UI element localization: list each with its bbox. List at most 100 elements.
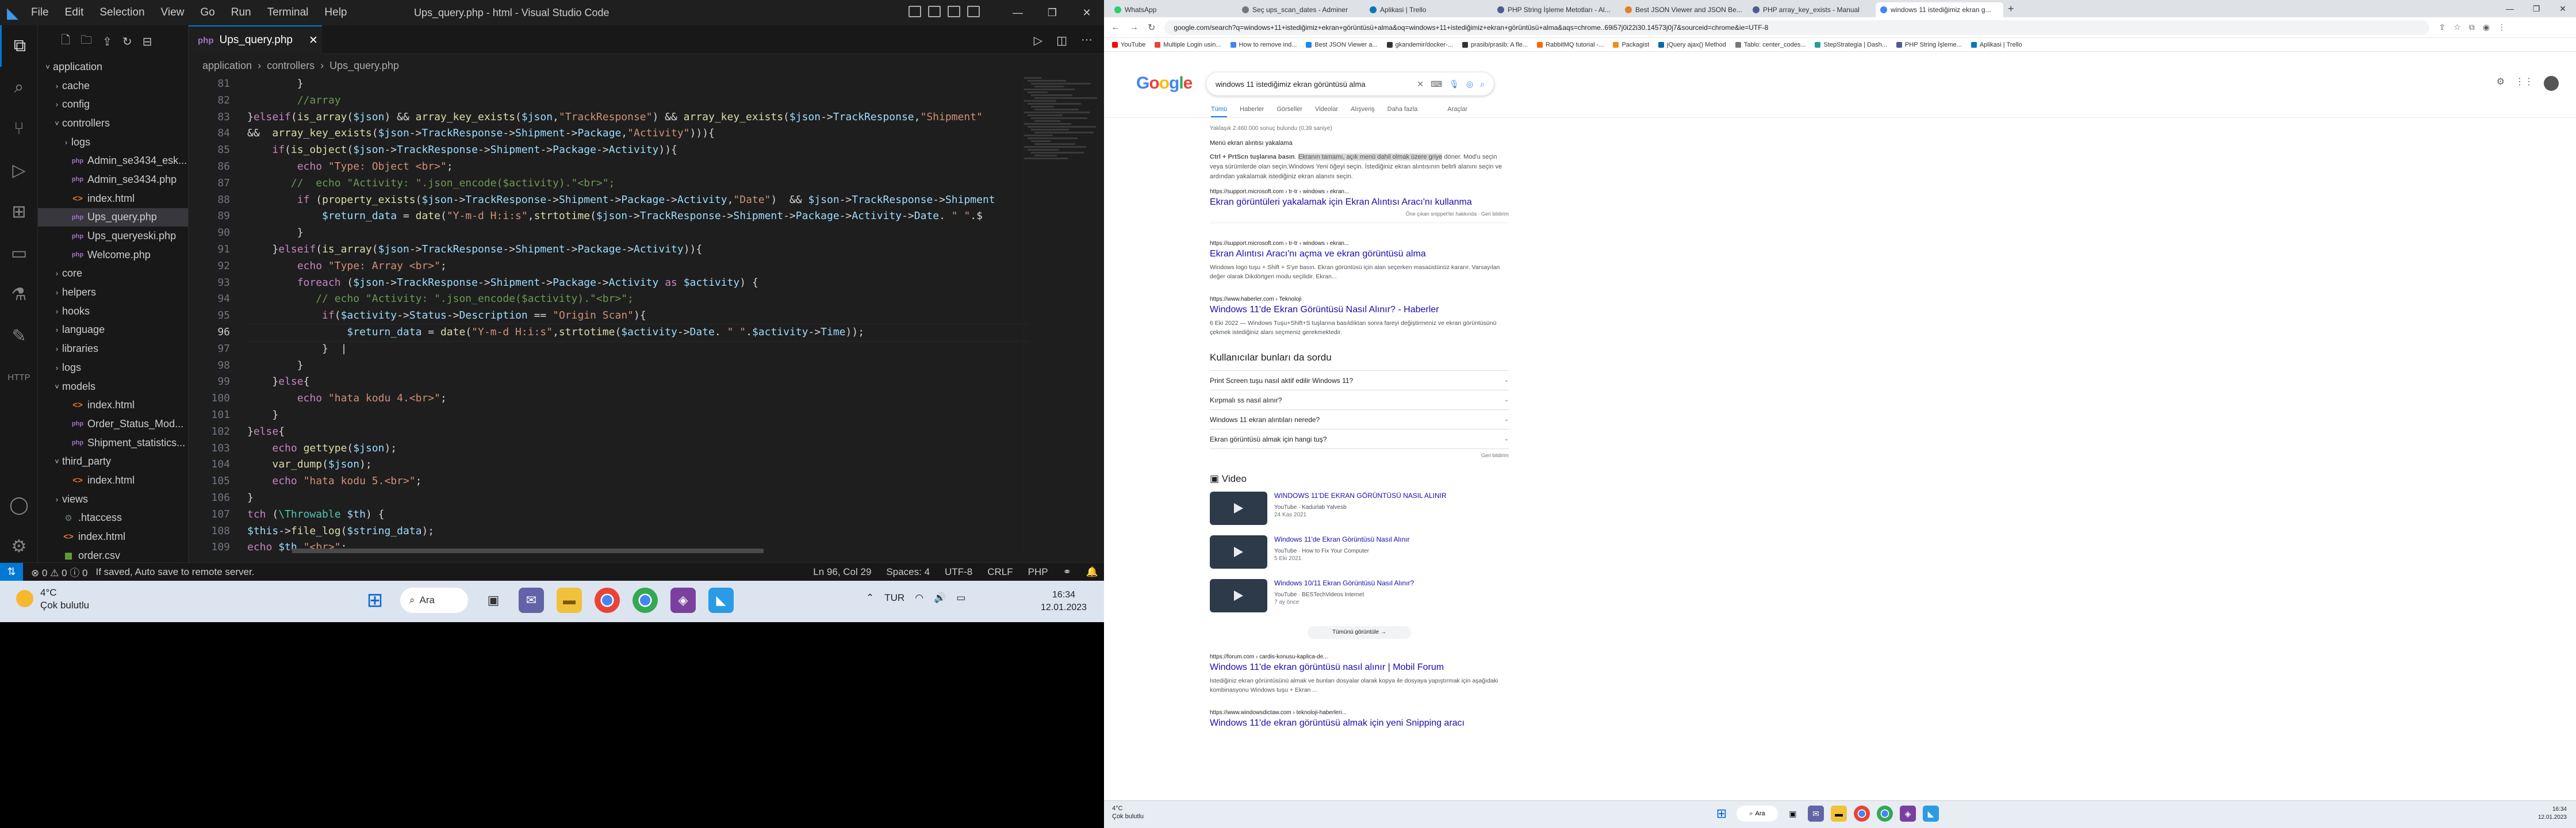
bookmark-item[interactable]: PHP String İşleme... bbox=[1896, 41, 1962, 48]
wifi-icon[interactable]: ◠ bbox=[915, 592, 923, 604]
menu-item-view[interactable]: View bbox=[161, 6, 185, 19]
view-all-videos-button[interactable]: Tümünü görüntüle → bbox=[1308, 626, 1411, 639]
app-purple-icon[interactable]: ◈ bbox=[670, 588, 696, 613]
browser-tab[interactable]: PHP String İşleme Metotları - Al... bbox=[1493, 2, 1620, 17]
tree-item[interactable]: ˅ application bbox=[38, 57, 188, 76]
bookmark-item[interactable]: gkandemir/docker-... bbox=[1386, 41, 1453, 48]
bookmark-item[interactable]: Best JSON Viewer a... bbox=[1306, 41, 1378, 48]
code-line[interactable]: } bbox=[247, 358, 1029, 374]
code-line[interactable]: // echo "Activity: ".json_encode($activi… bbox=[247, 291, 1029, 308]
bookmark-item[interactable]: Aplikasi | Trello bbox=[1971, 41, 2022, 48]
vscode-taskbar-icon[interactable]: ◣ bbox=[1923, 806, 1939, 822]
tree-item[interactable]: <> index.html bbox=[38, 471, 188, 490]
tree-item[interactable]: › logs bbox=[38, 133, 188, 152]
forward-icon[interactable]: → bbox=[1129, 22, 1138, 33]
video-title[interactable]: WINDOWS 11'DE EKRAN GÖRÜNTÜSÜ NASIL ALIN… bbox=[1274, 492, 1447, 500]
clear-search-icon[interactable]: ✕ bbox=[1417, 79, 1424, 89]
taskbar-clock[interactable]: 16:34 12.01.2023 bbox=[2538, 806, 2567, 822]
chrome-icon[interactable] bbox=[595, 588, 620, 613]
bookmark-item[interactable]: How to remove ind... bbox=[1230, 41, 1297, 48]
code-line[interactable]: tch (\Throwable $th) { bbox=[247, 507, 1029, 523]
horizontal-scrollbar[interactable] bbox=[292, 549, 764, 553]
new-folder-icon[interactable]: 🗀 bbox=[80, 32, 92, 51]
code-line[interactable]: echo "hata kodu 5.<br>"; bbox=[247, 473, 1029, 490]
customize-layout-icon[interactable] bbox=[967, 6, 980, 17]
refresh-icon[interactable]: ↻ bbox=[122, 34, 132, 49]
code-line[interactable]: if (property_exists($json->TrackResponse… bbox=[247, 192, 1029, 209]
settings-gear-icon[interactable]: ⚙ bbox=[0, 526, 38, 567]
code-editor[interactable]: 81 82 83 84 85 86 87 88 89 90 91 92 93 94 95 96 97 98 99 10… bbox=[189, 76, 1104, 553]
new-file-icon[interactable]: 🗋 bbox=[61, 32, 70, 51]
start-windows-icon[interactable]: ⊞ bbox=[1713, 806, 1730, 822]
encoding[interactable]: UTF-8 bbox=[945, 566, 972, 578]
tree-item[interactable]: › config bbox=[38, 95, 188, 114]
upload-icon[interactable]: ⇪ bbox=[102, 34, 112, 49]
search-tab-0[interactable]: Tümü bbox=[1211, 106, 1228, 118]
taskbar-search[interactable]: ⌕ Ara bbox=[1736, 806, 1778, 822]
code-line[interactable]: }elseif(is_array($json->TrackResponse->S… bbox=[247, 241, 1029, 258]
video-thumbnail[interactable] bbox=[1210, 492, 1267, 525]
taskbar-clock[interactable]: 16:34 12.01.2023 bbox=[1041, 589, 1087, 614]
profile-icon[interactable]: ◉ bbox=[2483, 22, 2490, 32]
code-line[interactable]: echo "hata kodu 4.<br>"; bbox=[247, 390, 1029, 407]
battery-icon[interactable]: ▭ bbox=[956, 592, 965, 604]
code-line[interactable]: if(is_object($json->TrackResponse->Shipm… bbox=[247, 142, 1029, 159]
chrome-profile-icon[interactable] bbox=[1877, 806, 1893, 822]
search-icon[interactable]: ⌕ bbox=[0, 67, 38, 108]
tree-item[interactable]: ˅ models bbox=[38, 377, 188, 396]
result-cite[interactable]: https://www.windowsdictaw.com › teknoloj… bbox=[1210, 710, 1509, 716]
tree-item[interactable]: › logs bbox=[38, 358, 188, 377]
code-line[interactable]: }else{ bbox=[247, 374, 1029, 390]
result-cite[interactable]: https://www.haberler.com › Teknoloji bbox=[1210, 296, 1509, 302]
http-client-icon[interactable]: HTTP bbox=[0, 356, 38, 398]
chrome-profile-icon[interactable] bbox=[632, 588, 658, 613]
run-file-icon[interactable]: ▷ bbox=[1034, 33, 1042, 48]
tree-item[interactable]: php Admin_se3434_esk... bbox=[38, 151, 188, 170]
result-cite[interactable]: https://support.microsoft.com › tr-tr › … bbox=[1210, 240, 1509, 247]
notifications-bell-icon[interactable]: 🔔 bbox=[1086, 566, 1098, 578]
voice-search-icon[interactable]: 🎙 bbox=[1449, 79, 1459, 89]
search-tab-3[interactable]: Videolar bbox=[1315, 106, 1338, 118]
code-line[interactable]: echo "Type: Array <br>"; bbox=[247, 258, 1029, 275]
minimap[interactable] bbox=[1023, 76, 1098, 553]
menu-item-selection[interactable]: Selection bbox=[99, 6, 144, 19]
tree-item[interactable]: php Ups_queryeski.php bbox=[38, 227, 188, 246]
video-result[interactable]: Windows 11'de Ekran Görüntüsü Nasıl Alın… bbox=[1210, 535, 1509, 579]
code-line[interactable]: foreach ($json->TrackResponse->Shipment-… bbox=[247, 275, 1029, 292]
video-thumbnail[interactable] bbox=[1210, 535, 1267, 569]
avatar[interactable] bbox=[2544, 76, 2559, 91]
cursor-position[interactable]: Ln 96, Col 29 bbox=[813, 566, 871, 578]
menu-item-terminal[interactable]: Terminal bbox=[267, 6, 309, 19]
paa-question[interactable]: Print Screen tuşu nasıl aktif edilir Win… bbox=[1210, 370, 1509, 390]
tree-item[interactable]: › views bbox=[38, 490, 188, 509]
volume-icon[interactable]: 🔊 bbox=[934, 592, 946, 604]
task-view-icon[interactable]: ▣ bbox=[481, 588, 506, 613]
lens-icon[interactable]: ◎ bbox=[1466, 79, 1473, 89]
minimize-icon[interactable]: — bbox=[1000, 0, 1035, 25]
indentation[interactable]: Spaces: 4 bbox=[886, 566, 930, 578]
video-result[interactable]: Windows 10/11 Ekran Görüntüsü Nasıl Alın… bbox=[1210, 579, 1509, 623]
tree-item[interactable]: <> index.html bbox=[38, 189, 188, 208]
teams-chat-icon[interactable]: ✉ bbox=[519, 588, 544, 613]
code-line[interactable]: echo "Type: Object <br>"; bbox=[247, 159, 1029, 175]
snippet-feedback[interactable]: Öne çıkan snippet'ler hakkında · Geri bi… bbox=[1210, 211, 1509, 223]
file-explorer-icon[interactable]: ▬ bbox=[557, 588, 582, 613]
bookmark-item[interactable]: jQuery ajax() Method bbox=[1658, 41, 1726, 48]
menu-item-go[interactable]: Go bbox=[200, 6, 214, 19]
code-line[interactable]: } bbox=[247, 490, 1029, 507]
tree-item[interactable]: ⚙ .htaccess bbox=[38, 509, 188, 528]
weather-widget[interactable]: 4°C Çok bulutlu bbox=[1112, 804, 1144, 821]
paa-question[interactable]: Ekran görüntüsü almak için hangi tuş? ⌄ bbox=[1210, 429, 1509, 448]
breadcrumb-item[interactable]: Ups_query.php bbox=[329, 60, 399, 72]
result-title[interactable]: Ekran Alıntısı Aracı'nı açma ve ekran gö… bbox=[1210, 249, 1509, 259]
bookmark-item[interactable]: YouTube bbox=[1112, 41, 1145, 48]
bookmark-item[interactable]: RabbitMQ tutorial -... bbox=[1536, 41, 1604, 48]
tray-overflow-icon[interactable]: ⌃ bbox=[866, 592, 874, 604]
menu-item-help[interactable]: Help bbox=[324, 6, 347, 19]
tree-item[interactable]: php Order_Status_Mod... bbox=[38, 415, 188, 434]
search-tab-2[interactable]: Görseller bbox=[1276, 106, 1302, 118]
search-tab-6[interactable]: Araçlar bbox=[1447, 106, 1467, 118]
run-debug-icon[interactable]: ▷ bbox=[0, 150, 38, 191]
bookmark-item[interactable]: prasib/prasib: A fle... bbox=[1462, 41, 1528, 48]
tree-item[interactable]: php Admin_se3434.php bbox=[38, 170, 188, 189]
